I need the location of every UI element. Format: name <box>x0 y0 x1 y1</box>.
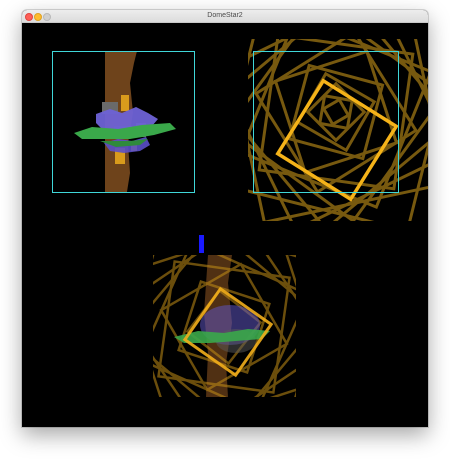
composite-output-panel <box>153 255 296 397</box>
square-outline <box>257 39 415 191</box>
window-title: DomeStar2 <box>207 12 243 19</box>
square-outline <box>321 97 351 127</box>
app-window: DomeStar2 <box>22 10 428 427</box>
orange-piece <box>121 95 129 111</box>
title-bar[interactable]: DomeStar2 <box>22 10 428 23</box>
render-canvas[interactable] <box>22 23 428 427</box>
render-surface <box>52 39 428 397</box>
camera-view-panel <box>52 51 195 193</box>
blue-indicator <box>199 235 204 253</box>
square-pattern-panel <box>248 39 428 221</box>
